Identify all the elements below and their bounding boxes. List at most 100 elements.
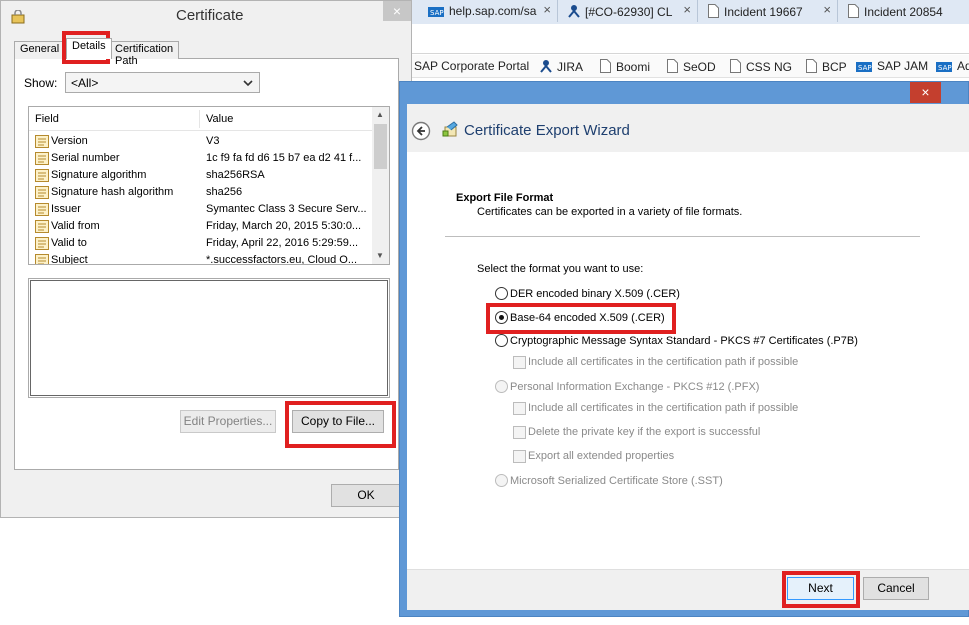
option-pfx-delete-label[interactable]: Delete the private key if the export is … [528, 426, 760, 438]
scroll-up-icon[interactable]: ▲ [376, 110, 384, 119]
next-button[interactable]: Next [787, 577, 854, 600]
checkbox-pfx-export-props[interactable] [513, 450, 526, 463]
field-value: sha256RSA [206, 169, 265, 181]
field-icon [35, 203, 49, 216]
field-row[interactable]: Valid to Friday, April 22, 2016 5:29:59..… [29, 235, 374, 252]
page-icon [848, 4, 859, 21]
bookmark-css-ng[interactable]: CSS NG [730, 59, 792, 76]
column-header-value[interactable]: Value [206, 113, 233, 125]
bookmark-label: BCP [822, 60, 847, 74]
field-name: Valid from [51, 220, 100, 232]
browser-tab-label: Incident 20854 [864, 5, 943, 19]
show-dropdown[interactable]: <All> [65, 72, 260, 93]
page-icon [730, 59, 741, 76]
certificate-wizard-icon [442, 121, 458, 137]
radio-pfx[interactable] [495, 380, 508, 393]
certificate-field-list[interactable]: Field Value Version V3 Serial number 1c f9 … [28, 106, 390, 265]
field-row[interactable]: Serial number 1c f9 fa fd d6 15 b7 ea d2 … [29, 150, 374, 167]
field-row[interactable]: Version V3 [29, 133, 374, 150]
scrollbar-thumb[interactable] [374, 124, 387, 169]
close-icon[interactable]: × [910, 82, 941, 103]
jira-icon [568, 4, 580, 21]
tab-close-icon[interactable]: × [683, 2, 691, 17]
cancel-button[interactable]: Cancel [863, 577, 929, 600]
option-pkcs7-include-label[interactable]: Include all certificates in the certific… [528, 356, 798, 368]
field-icon [35, 169, 49, 182]
field-icon [35, 186, 49, 199]
option-pfx-label[interactable]: Personal Information Exchange - PKCS #12… [510, 381, 759, 393]
field-row[interactable]: Issuer Symantec Class 3 Secure Serv... [29, 201, 374, 218]
radio-pkcs7[interactable] [495, 334, 508, 347]
wizard-title: Certificate Export Wizard [464, 122, 630, 139]
field-row[interactable]: Signature algorithm sha256RSA [29, 167, 374, 184]
checkbox-pkcs7-include-all[interactable] [513, 356, 526, 369]
tab-details[interactable]: Details [66, 38, 112, 59]
option-base64-label[interactable]: Base-64 encoded X.509 (.CER) [510, 312, 665, 324]
address-bar-area[interactable] [412, 24, 969, 54]
tab-general[interactable]: General [14, 41, 66, 59]
field-name: Subject [51, 254, 88, 265]
close-icon[interactable]: × [383, 1, 411, 21]
certificate-title: Certificate [176, 7, 244, 24]
checkbox-pfx-include-all[interactable] [513, 402, 526, 415]
bookmark-seod[interactable]: SeOD [667, 59, 716, 76]
tab-close-icon[interactable]: × [823, 2, 831, 17]
radio-sst[interactable] [495, 474, 508, 487]
bookmark-label: Ad [957, 59, 969, 73]
field-name: Signature algorithm [51, 169, 147, 181]
field-detail-inner [30, 280, 388, 396]
tab-close-icon[interactable]: × [543, 2, 551, 17]
bookmarks-bar: SAP Corporate Portal JIRA Boomi SeOD CSS… [412, 55, 969, 77]
radio-der[interactable] [495, 287, 508, 300]
bookmark-sap-corporate-portal[interactable]: SAP Corporate Portal [414, 59, 529, 73]
field-value: Symantec Class 3 Secure Serv... [206, 203, 367, 215]
radio-base64[interactable] [495, 311, 508, 324]
field-name: Valid to [51, 237, 87, 249]
ok-button[interactable]: OK [331, 484, 401, 507]
field-name: Signature hash algorithm [51, 186, 174, 198]
option-pfx-include-label[interactable]: Include all certificates in the certific… [528, 402, 798, 414]
scroll-down-icon[interactable]: ▼ [376, 251, 384, 260]
sap-logo-icon: SAP [856, 61, 872, 75]
field-detail-box[interactable] [28, 278, 390, 398]
browser-tab-jira[interactable]: [#CO-62930] CL × [560, 0, 698, 22]
browser-tab-help-sap[interactable]: SAP help.sap.com/sa × [420, 0, 558, 22]
vertical-scrollbar[interactable]: ▲ ▼ [372, 107, 389, 264]
back-arrow-icon[interactable] [411, 121, 431, 141]
browser-tab-incident-19667[interactable]: Incident 19667 × [700, 0, 838, 22]
browser-tab-incident-20854[interactable]: Incident 20854 [840, 0, 969, 22]
field-icon [35, 152, 49, 165]
field-row[interactable]: Signature hash algorithm sha256 [29, 184, 374, 201]
tab-certification-path[interactable]: Certification Path [109, 41, 180, 67]
bookmark-bcp[interactable]: BCP [806, 59, 847, 76]
svg-text:SAP: SAP [430, 9, 444, 17]
section-divider [445, 236, 920, 237]
field-name: Version [51, 135, 88, 147]
field-value: V3 [206, 135, 220, 147]
checkbox-pfx-delete-key[interactable] [513, 426, 526, 439]
bookmark-boomi[interactable]: Boomi [600, 59, 650, 76]
edit-properties-button[interactable]: Edit Properties... [180, 410, 276, 433]
field-row[interactable]: Subject *.successfactors.eu, Cloud O... [29, 252, 374, 265]
chevron-down-icon [243, 80, 253, 87]
bookmark-label: JIRA [557, 60, 584, 74]
option-pkcs7-label[interactable]: Cryptographic Message Syntax Standard - … [510, 335, 858, 347]
svg-text:SAP: SAP [858, 64, 872, 72]
field-name: Serial number [51, 152, 120, 164]
option-sst-label[interactable]: Microsoft Serialized Certificate Store (… [510, 475, 723, 487]
browser-tab-label: Incident 19667 [724, 5, 803, 19]
page-icon [600, 59, 611, 76]
sap-logo-icon: SAP [428, 6, 444, 20]
column-header-field[interactable]: Field [35, 113, 59, 125]
bookmark-jira[interactable]: JIRA [540, 59, 583, 76]
browser-tab-label: [#CO-62930] CL [585, 5, 673, 19]
bookmark-sap-jam[interactable]: SAP SAP JAM [856, 59, 928, 75]
copy-to-file-button[interactable]: Copy to File... [292, 410, 384, 433]
field-value: sha256 [206, 186, 243, 198]
certificate-titlebar[interactable]: Certificate × [1, 1, 411, 31]
bookmark-ad[interactable]: SAP Ad [936, 59, 969, 75]
certificate-icon [11, 10, 25, 24]
option-pfx-export-props-label[interactable]: Export all extended properties [528, 450, 674, 462]
field-row[interactable]: Valid from Friday, March 20, 2015 5:30:0.… [29, 218, 374, 235]
option-der-label[interactable]: DER encoded binary X.509 (.CER) [510, 288, 680, 300]
